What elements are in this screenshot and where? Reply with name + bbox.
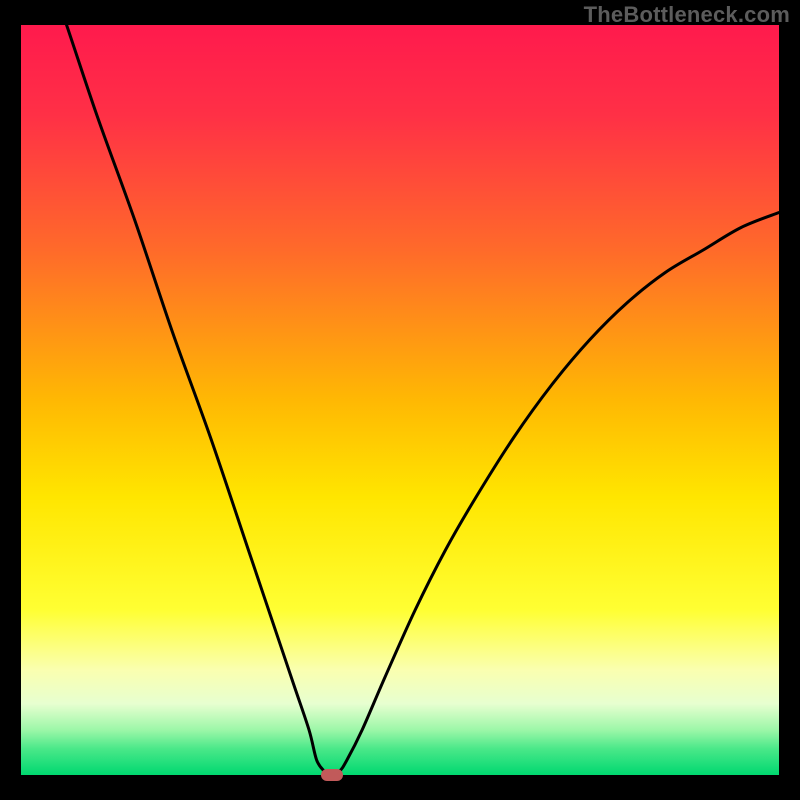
plot-svg [21, 25, 779, 775]
gradient-background [21, 25, 779, 775]
watermark-text: TheBottleneck.com [584, 2, 790, 28]
plot-area [21, 25, 779, 775]
chart-frame: TheBottleneck.com [0, 0, 800, 800]
optimum-marker [321, 769, 343, 781]
